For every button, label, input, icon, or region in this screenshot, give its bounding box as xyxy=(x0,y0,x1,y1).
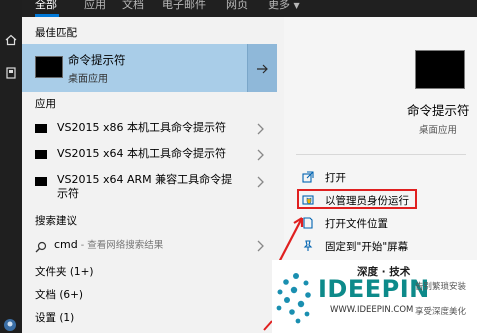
tab-all[interactable]: 全部 xyxy=(35,0,57,12)
watermark-slogan-1: 告别繁琐安装 xyxy=(415,282,467,292)
tab-web[interactable]: 网页 xyxy=(226,0,248,12)
search-filter-tabs: 全部 应用 文档 电子邮件 网页 更多 ▼ xyxy=(22,0,477,17)
expand-details-button[interactable] xyxy=(247,44,277,92)
settings-category[interactable]: 设置 (1) xyxy=(35,310,74,325)
search-icon xyxy=(35,238,47,257)
tab-documents[interactable]: 文档 xyxy=(122,0,144,12)
best-match-title: 命令提示符 xyxy=(68,53,126,67)
open-action-label: 打开 xyxy=(325,172,346,184)
open-action[interactable]: 打开 xyxy=(302,170,467,186)
documents-category[interactable]: 文档 (6+) xyxy=(35,287,83,302)
app-icon xyxy=(35,150,47,159)
details-subtitle: 桌面应用 xyxy=(419,125,458,136)
divider xyxy=(296,154,466,155)
watermark-slogan-2: 享受深度美化 xyxy=(415,307,467,317)
app-icon xyxy=(35,124,47,133)
taskbar-rail xyxy=(0,0,22,333)
tab-apps[interactable]: 应用 xyxy=(84,0,106,12)
app-result-item[interactable]: VS2015 x86 本机工具命令提示符 xyxy=(22,119,277,137)
ideepin-logo-icon xyxy=(276,273,311,324)
app-result-label: VS2015 x64 ARM 兼容工具命令提示符 xyxy=(57,173,233,200)
cmd-large-icon xyxy=(415,50,465,89)
open-icon xyxy=(302,171,314,183)
watermark-url: WWW.IDEEPIN.COM xyxy=(330,305,414,315)
folders-category[interactable]: 文件夹 (1+) xyxy=(35,264,94,279)
pin-to-start-label: 固定到"开始"屏幕 xyxy=(325,241,409,253)
app-icon xyxy=(35,177,47,186)
tab-more-label: 更多 xyxy=(268,0,290,11)
arrow-right-icon xyxy=(256,59,269,78)
chevron-down-icon: ▼ xyxy=(293,1,300,10)
app-result-label: VS2015 x86 本机工具命令提示符 xyxy=(57,121,227,134)
tab-email[interactable]: 电子邮件 xyxy=(162,0,206,12)
search-suggestions-heading: 搜索建议 xyxy=(35,215,77,227)
home-icon[interactable] xyxy=(4,33,18,47)
cmd-app-icon xyxy=(35,56,63,78)
open-file-location-action[interactable]: 打开文件位置 xyxy=(302,216,467,232)
user-avatar-icon[interactable] xyxy=(3,318,17,332)
search-suggestion-item[interactable]: cmd - 查看网络搜索结果 xyxy=(22,236,277,254)
open-file-location-label: 打开文件位置 xyxy=(325,218,388,230)
best-match-item[interactable]: 命令提示符 桌面应用 xyxy=(22,44,277,92)
search-results-panel: 最佳匹配 命令提示符 桌面应用 应用 VS2015 x86 本机工具命令提示符 … xyxy=(22,17,279,333)
windows-search-start-menu: 全部 应用 文档 电子邮件 网页 更多 ▼ 最佳匹配 命令提示符 桌面应用 应用… xyxy=(0,0,477,333)
chevron-right-icon[interactable] xyxy=(255,148,265,162)
chevron-right-icon[interactable] xyxy=(255,239,265,253)
app-result-item[interactable]: VS2015 x64 本机工具命令提示符 xyxy=(22,145,277,163)
best-match-subtitle: 桌面应用 xyxy=(68,74,108,85)
app-result-item[interactable]: VS2015 x64 ARM 兼容工具命令提示符 xyxy=(22,172,277,204)
details-title: 命令提示符 xyxy=(407,103,470,118)
suggestion-hint: - 查看网络搜索结果 xyxy=(77,240,164,251)
apps-heading: 应用 xyxy=(35,98,56,110)
chevron-right-icon[interactable] xyxy=(255,122,265,136)
annotation-highlight-box xyxy=(297,189,417,209)
watermark-brand: IDEEPIN xyxy=(318,275,430,303)
suggestion-query: cmd xyxy=(54,238,78,251)
app-result-label: VS2015 x64 本机工具命令提示符 xyxy=(57,147,227,160)
best-match-heading: 最佳匹配 xyxy=(35,27,77,39)
ideepin-watermark: 深度 · 技术 IDEEPIN WWW.IDEEPIN.COM 告别繁琐安装 享… xyxy=(272,260,477,333)
suggestion-text: cmd - 查看网络搜索结果 xyxy=(54,237,163,251)
tab-more[interactable]: 更多 ▼ xyxy=(268,0,300,12)
chevron-right-icon[interactable] xyxy=(255,175,265,189)
pin-to-start-action[interactable]: 固定到"开始"屏幕 xyxy=(302,239,467,255)
notebook-icon[interactable] xyxy=(4,66,18,80)
